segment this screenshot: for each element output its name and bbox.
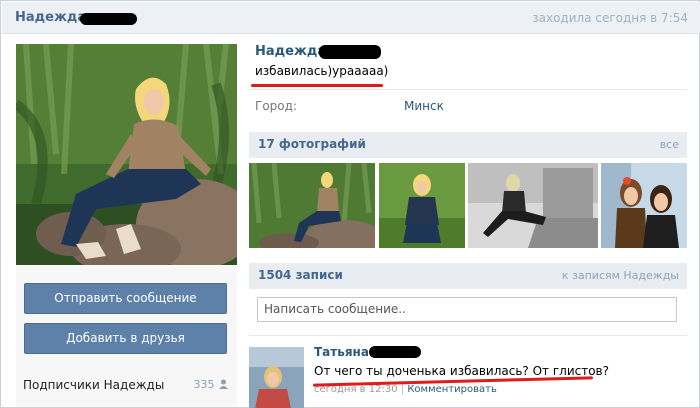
profile-avatar[interactable] [16,44,237,265]
wall-divider [249,335,687,336]
profile-header-bar: Надежда заходила сегодня в 7:54 [2,2,700,34]
city-label: Город: [255,99,297,113]
subscribers-link[interactable]: Подписчики Надежды [23,378,164,392]
comment-link[interactable]: Комментировать [407,384,497,395]
profile-status[interactable]: избавилась)урааааа) [255,64,388,78]
profile-name: Надежда [255,44,327,59]
wall-section-header[interactable]: 1504 записи к записям Надежды [249,263,687,289]
redacted-surname [319,45,381,59]
last-seen-status: заходила сегодня в 7:54 [532,11,688,25]
subscribers-count: 335 [194,378,230,391]
add-friend-button[interactable]: Добавить в друзья [24,323,227,354]
send-message-button[interactable]: Отправить сообщение [24,283,227,314]
person-icon [219,379,228,389]
wall-post-input[interactable]: Написать сообщение.. [257,297,677,322]
all-photos-link[interactable]: все [660,138,679,151]
photo-thumbnail[interactable] [379,163,465,248]
redacted-surname [369,346,421,358]
redacted-surname [80,13,137,25]
status-highlight-underline [251,84,383,87]
post-text: От чего ты доченька избавилась? От глист… [314,364,609,378]
wall-posts-link[interactable]: к записям Надежды [562,269,679,282]
wall-title[interactable]: 1504 записи [258,268,343,282]
profile-page: Надежда заходила сегодня в 7:54 Отправит… [0,0,700,408]
post-author-avatar[interactable] [249,347,304,408]
post-timestamp[interactable]: сегодня в 12:30 [314,384,398,395]
photo-thumbnail[interactable] [249,163,375,248]
meta-separator: | [400,384,405,395]
profile-actions-panel: Отправить сообщение Добавить в друзья По… [16,266,237,406]
city-value[interactable]: Минск [404,99,444,113]
post-meta: сегодня в 12:30 | Комментировать [314,384,497,395]
photo-thumbnail[interactable] [601,163,687,248]
photo-thumbnail[interactable] [468,163,598,248]
header-name[interactable]: Надежда [15,10,86,25]
post-author-name[interactable]: Татьяна [314,345,369,359]
info-divider [249,89,687,90]
photos-title[interactable]: 17 фотографий [258,137,366,151]
photos-section-header[interactable]: 17 фотографий все [249,132,687,158]
